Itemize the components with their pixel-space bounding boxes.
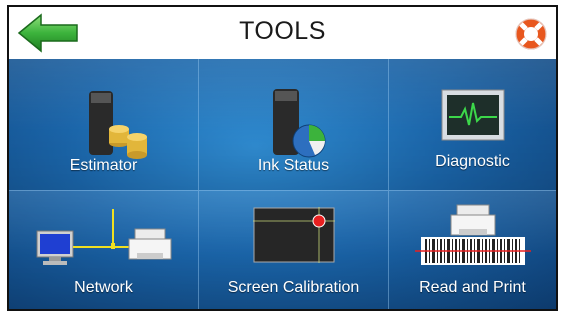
tile-ink-status-label: Ink Status bbox=[257, 157, 330, 174]
header-bar: TOOLS bbox=[9, 7, 556, 59]
tile-read-and-print-label: Read and Print bbox=[419, 279, 526, 296]
tile-screen-calibration-label: Screen Calibration bbox=[227, 279, 360, 296]
tools-grid: Estimator Ink Status Diagnostic Network … bbox=[9, 59, 556, 309]
tile-estimator[interactable]: Estimator bbox=[9, 59, 199, 191]
tile-screen-calibration[interactable]: Screen Calibration bbox=[199, 191, 389, 309]
tile-network-label: Network bbox=[74, 279, 133, 296]
ink-status-icon bbox=[273, 89, 326, 158]
tools-screen: TOOLS Estimator Ink Status Diagnostic Ne… bbox=[7, 5, 558, 311]
tile-diagnostic-label: Diagnostic bbox=[435, 153, 510, 170]
diagnostic-icon bbox=[441, 89, 505, 141]
tile-read-and-print[interactable]: Read and Print bbox=[389, 191, 556, 309]
tile-diagnostic[interactable]: Diagnostic bbox=[389, 59, 556, 191]
page-title: TOOLS bbox=[239, 17, 326, 45]
tile-network[interactable]: Network bbox=[9, 191, 199, 309]
network-icon bbox=[36, 209, 172, 265]
tile-estimator-label: Estimator bbox=[69, 157, 138, 174]
screen-calibration-icon bbox=[253, 207, 335, 263]
tile-ink-status[interactable]: Ink Status bbox=[199, 59, 389, 191]
estimator-icon bbox=[89, 91, 147, 159]
read-and-print-icon bbox=[415, 204, 531, 265]
lifebuoy-help-icon bbox=[515, 18, 547, 50]
help-button[interactable] bbox=[513, 16, 549, 52]
